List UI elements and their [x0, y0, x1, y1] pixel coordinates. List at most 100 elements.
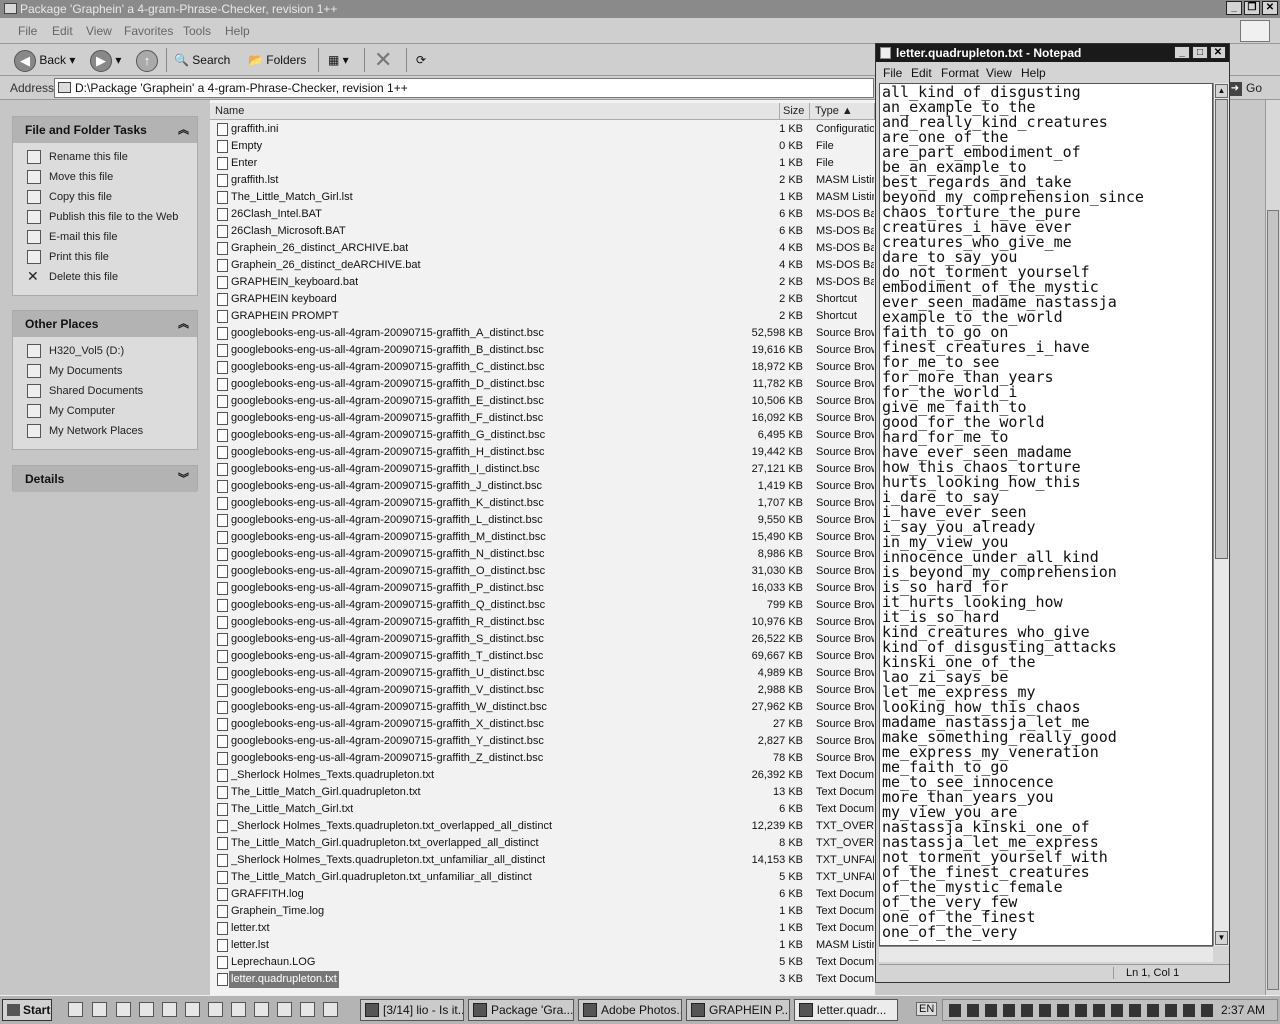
file-row[interactable]: googlebooks-eng-us-all-4gram-20090715-gr… — [210, 614, 875, 631]
column-name[interactable]: Name — [210, 103, 780, 120]
quicklaunch-icon[interactable] — [277, 1002, 292, 1017]
file-row[interactable]: googlebooks-eng-us-all-4gram-20090715-gr… — [210, 495, 875, 512]
file-row[interactable]: Enter 1 KB File — [210, 155, 875, 172]
tray-icon[interactable] — [1075, 1004, 1087, 1017]
taskbar-item-chat[interactable]: [3/14] lio - Is it... — [360, 999, 464, 1021]
collapse-chevron-icon[interactable]: ︽ — [178, 311, 189, 337]
file-row[interactable]: googlebooks-eng-us-all-4gram-20090715-gr… — [210, 512, 875, 529]
file-row[interactable]: googlebooks-eng-us-all-4gram-20090715-gr… — [210, 546, 875, 563]
taskbar-item-explorer[interactable]: Package 'Gra... — [468, 999, 574, 1021]
place-drive-d[interactable]: H320_Vol5 (D:) — [13, 341, 197, 361]
file-row[interactable]: GRAPHEIN_keyboard.bat 2 KB MS-DOS Batch — [210, 274, 875, 291]
file-row[interactable]: The_Little_Match_Girl.quadrupleton.txt 13… — [210, 784, 875, 801]
delete-x-icon[interactable]: ✕ — [374, 48, 392, 72]
file-row[interactable]: letter.lst 1 KB MASM Listing — [210, 937, 875, 954]
address-input[interactable]: D:\Package 'Graphein' a 4-gram-Phrase-Ch… — [54, 78, 874, 98]
file-row[interactable]: googlebooks-eng-us-all-4gram-20090715-gr… — [210, 478, 875, 495]
file-row[interactable]: The_Little_Match_Girl.txt 6 KB Text Docume… — [210, 801, 875, 818]
notepad-minimize-button[interactable]: _ — [1174, 46, 1190, 59]
collapse-chevron-icon[interactable]: ︽ — [178, 117, 189, 143]
file-row[interactable]: googlebooks-eng-us-all-4gram-20090715-gr… — [210, 427, 875, 444]
place-shared-documents[interactable]: Shared Documents — [13, 381, 197, 401]
file-row[interactable]: googlebooks-eng-us-all-4gram-20090715-gr… — [210, 393, 875, 410]
minimize-button[interactable]: _ — [1226, 1, 1242, 15]
task-copy[interactable]: Copy this file — [13, 187, 197, 207]
notepad-close-button[interactable]: ✕ — [1210, 46, 1226, 59]
menu-view[interactable]: View — [86, 24, 112, 38]
task-move[interactable]: Move this file — [13, 167, 197, 187]
notepad-menu-help[interactable]: Help — [1021, 66, 1046, 80]
file-row[interactable]: 26Clash_Microsoft.BAT 6 KB MS-DOS Batch — [210, 223, 875, 240]
file-row[interactable]: 26Clash_Intel.BAT 6 KB MS-DOS Batch — [210, 206, 875, 223]
back-button[interactable]: ◀ Back ▾ — [14, 48, 75, 72]
quicklaunch-icon[interactable] — [162, 1002, 177, 1017]
task-delete[interactable]: ✕ Delete this file — [13, 267, 197, 287]
restore-button[interactable]: ❐ — [1244, 1, 1260, 15]
file-row[interactable]: googlebooks-eng-us-all-4gram-20090715-gr… — [210, 665, 875, 682]
file-row[interactable]: googlebooks-eng-us-all-4gram-20090715-gr… — [210, 699, 875, 716]
file-list-scrollbar[interactable] — [1265, 100, 1280, 995]
tray-icon[interactable] — [1093, 1004, 1105, 1017]
file-row[interactable]: googlebooks-eng-us-all-4gram-20090715-gr… — [210, 631, 875, 648]
column-type[interactable]: Type ▲ — [810, 103, 875, 120]
file-row[interactable]: googlebooks-eng-us-all-4gram-20090715-gr… — [210, 648, 875, 665]
place-my-documents[interactable]: My Documents — [13, 361, 197, 381]
file-row[interactable]: googlebooks-eng-us-all-4gram-20090715-gr… — [210, 733, 875, 750]
quicklaunch-icon[interactable] — [139, 1002, 154, 1017]
taskbar-item-graphein-prompt[interactable]: GRAPHEIN P... — [686, 999, 790, 1021]
tray-icon[interactable] — [1183, 1004, 1195, 1017]
file-row[interactable]: googlebooks-eng-us-all-4gram-20090715-gr… — [210, 563, 875, 580]
file-row[interactable]: GRAFFITH.log 6 KB Text Document — [210, 886, 875, 903]
go-button[interactable]: ➜ Go — [1228, 78, 1276, 98]
file-row[interactable]: googlebooks-eng-us-all-4gram-20090715-gr… — [210, 529, 875, 546]
scrollbar-thumb[interactable] — [1267, 210, 1279, 990]
quicklaunch-icon[interactable] — [208, 1002, 223, 1017]
file-folder-tasks-header[interactable]: File and Folder Tasks ︽ — [13, 117, 197, 143]
place-my-network[interactable]: My Network Places — [13, 421, 197, 441]
tray-icon[interactable] — [1057, 1004, 1069, 1017]
tray-icon[interactable] — [1165, 1004, 1177, 1017]
tray-icon[interactable] — [949, 1004, 961, 1017]
file-row[interactable]: googlebooks-eng-us-all-4gram-20090715-gr… — [210, 359, 875, 376]
tray-icon[interactable] — [1129, 1004, 1141, 1017]
tray-icon[interactable] — [1003, 1004, 1015, 1017]
start-button[interactable]: Start — [2, 999, 52, 1021]
task-print[interactable]: Print this file — [13, 247, 197, 267]
quicklaunch-icon[interactable] — [92, 1002, 107, 1017]
file-row[interactable]: The_Little_Match_Girl.quadrupleton.txt_o… — [210, 835, 875, 852]
refresh-button[interactable]: ⟳ — [416, 48, 426, 72]
file-row[interactable]: _Sherlock Holmes_Texts.quadrupleton.txt 2… — [210, 767, 875, 784]
file-row[interactable]: googlebooks-eng-us-all-4gram-20090715-gr… — [210, 597, 875, 614]
notepad-menu-format[interactable]: Format — [941, 66, 979, 80]
notepad-maximize-button[interactable]: □ — [1192, 46, 1208, 59]
file-row[interactable]: googlebooks-eng-us-all-4gram-20090715-gr… — [210, 376, 875, 393]
menu-favorites[interactable]: Favorites — [124, 24, 173, 38]
file-row[interactable]: Leprechaun.LOG 5 KB Text Document — [210, 954, 875, 971]
scroll-down-icon[interactable]: ▼ — [1215, 931, 1228, 945]
tray-icon[interactable] — [967, 1004, 979, 1017]
notepad-vertical-scrollbar[interactable]: ▲ ▼ — [1213, 83, 1229, 946]
quicklaunch-icon[interactable] — [68, 1002, 83, 1017]
file-row[interactable]: Graphein_26_distinct_deARCHIVE.bat 4 KB MS… — [210, 257, 875, 274]
file-row[interactable]: Graphein_26_distinct_ARCHIVE.bat 4 KB MS-D… — [210, 240, 875, 257]
details-header[interactable]: Details ︾ — [13, 466, 197, 492]
file-row[interactable]: GRAPHEIN keyboard 2 KB Shortcut — [210, 291, 875, 308]
file-row[interactable]: googlebooks-eng-us-all-4gram-20090715-gr… — [210, 342, 875, 359]
notepad-scrollbar-thumb[interactable] — [1215, 99, 1228, 559]
file-row[interactable]: GRAPHEIN PROMPT 2 KB Shortcut — [210, 308, 875, 325]
menu-file[interactable]: File — [18, 24, 37, 38]
file-row[interactable]: _Sherlock Holmes_Texts.quadrupleton.txt_… — [210, 818, 875, 835]
views-button[interactable]: ▦ ▾ — [328, 48, 349, 72]
file-row[interactable]: The_Little_Match_Girl.lst 1 KB MASM Listin… — [210, 189, 875, 206]
tray-icon[interactable] — [1021, 1004, 1033, 1017]
file-row[interactable]: Graphein_Time.log 1 KB Text Document — [210, 903, 875, 920]
notepad-menu-edit[interactable]: Edit — [911, 66, 932, 80]
quicklaunch-icon[interactable] — [300, 1002, 315, 1017]
language-indicator[interactable]: EN — [916, 1002, 938, 1016]
file-row[interactable]: The_Little_Match_Girl.quadrupleton.txt_u… — [210, 869, 875, 886]
quicklaunch-icon[interactable] — [323, 1002, 338, 1017]
file-row[interactable]: letter.quadrupleton.txt 3 KB Text Document — [210, 971, 875, 988]
file-row[interactable]: googlebooks-eng-us-all-4gram-20090715-gr… — [210, 461, 875, 478]
file-row[interactable]: graffith.lst 2 KB MASM Listing — [210, 172, 875, 189]
tray-icon[interactable] — [1111, 1004, 1123, 1017]
